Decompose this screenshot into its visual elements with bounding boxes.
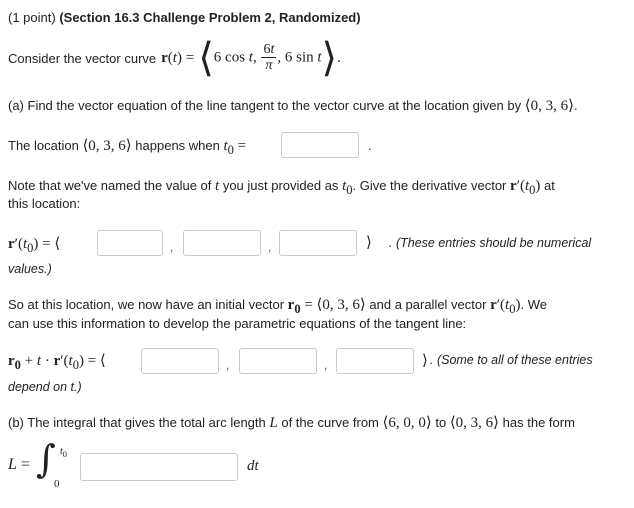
integral-upper-limit: t0 xyxy=(60,446,67,459)
problem-title: (Section 16.3 Challenge Problem 2, Rando… xyxy=(59,10,361,25)
numeric-note-1: . (These entries should be numerical xyxy=(389,236,592,250)
some-note-1: . (Some to all of these entries xyxy=(430,353,593,367)
tangent-line-label: r0 + t · r′(t0) = ⟨ xyxy=(8,353,106,372)
t0-input[interactable] xyxy=(281,132,359,158)
curve-formula: r(t) = xyxy=(161,49,195,66)
derivative-y-input[interactable] xyxy=(183,230,261,256)
part-b-question: (b) The integral that gives the total ar… xyxy=(8,415,575,431)
curve-definition: Consider the vector curve r(t) = ⟨ 6 cos… xyxy=(8,35,341,81)
arc-length-label: L = xyxy=(8,456,30,473)
integrand-input[interactable] xyxy=(80,453,238,481)
note-line-1: Note that we've named the value of t you… xyxy=(8,178,555,197)
tangent-z-input[interactable] xyxy=(336,348,414,374)
right-angle-bracket: ⟩ xyxy=(321,35,338,81)
left-angle-bracket: ⟨ xyxy=(198,35,214,81)
integral-sign: ∫ xyxy=(36,437,56,481)
tangent-x-input[interactable] xyxy=(141,348,219,374)
integral-lower-limit: 0 xyxy=(54,478,60,490)
derivative-x-input[interactable] xyxy=(97,230,163,256)
intro-text: Consider the vector curve xyxy=(8,50,157,66)
numeric-note-2: values.) xyxy=(8,262,52,276)
so-line-2: can use this information to develop the … xyxy=(8,316,467,331)
curve-components: 6 cos t, 6t π, 6 sin t xyxy=(213,42,322,73)
part-a-question: (a) Find the vector equation of the line… xyxy=(8,98,578,114)
some-note-2: depend on t.) xyxy=(8,380,82,394)
so-line-1: So at this location, we now have an init… xyxy=(8,297,547,316)
location-line: The location ⟨0, 3, 6⟩ happens when t0 = xyxy=(8,138,247,157)
tangent-y-input[interactable] xyxy=(239,348,317,374)
derivative-label: r′(t0) = ⟨ xyxy=(8,236,61,255)
dt-label: dt xyxy=(247,458,259,474)
location-point: ⟨0, 3, 6⟩ xyxy=(524,98,574,114)
problem-header: (1 point) (Section 16.3 Challenge Proble… xyxy=(8,10,361,25)
note-line-2: this location: xyxy=(8,196,81,211)
derivative-z-input[interactable] xyxy=(279,230,357,256)
points-label: (1 point) xyxy=(8,10,56,25)
